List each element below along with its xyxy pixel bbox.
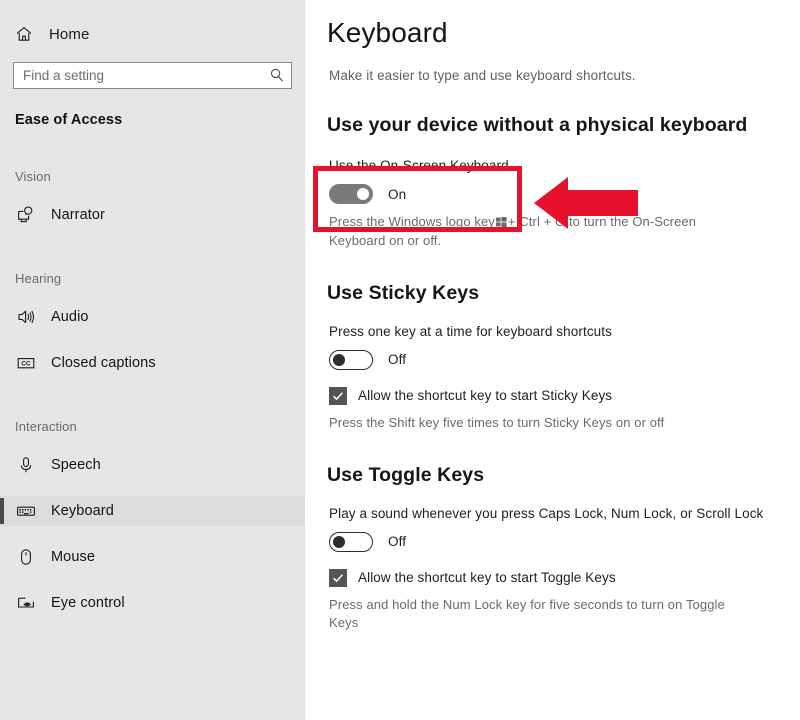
hint-text-before: Press the Windows logo key [329,214,495,229]
onscreen-keyboard-label: Use the On-Screen Keyboard [329,158,509,173]
microphone-icon [15,454,37,476]
settings-window: Home Ease of Access Vision [0,0,800,720]
toggle-knob [333,535,345,548]
section-heading-sticky-keys: Use Sticky Keys [327,281,480,304]
toggle-knob [357,188,369,200]
sidebar-item-label: Audio [51,309,89,325]
check-icon [333,391,343,400]
sidebar-item-label: Eye control [51,595,125,611]
sidebar-item-label: Speech [51,457,101,473]
sidebar-item-mouse[interactable]: Mouse [0,542,305,572]
sidebar-group-header-interaction: Interaction [15,419,77,434]
windows-logo-key-icon [495,214,507,227]
onscreen-keyboard-toggle-row: On [329,184,800,204]
sidebar-item-home[interactable]: Home [0,17,305,51]
mouse-icon [15,546,37,568]
sidebar: Home Ease of Access Vision [0,0,305,720]
sidebar-item-eye-control[interactable]: Eye control [0,588,305,618]
page-title: Keyboard [327,17,448,48]
toggle-keys-label: Play a sound whenever you press Caps Loc… [329,505,764,521]
sticky-keys-toggle-state: Off [388,352,407,368]
sticky-keys-toggle-row: Off [329,349,800,370]
toggle-keys-toggle-state: Off [388,534,407,550]
sticky-keys-checkbox-row: Allow the shortcut key to start Sticky K… [329,386,800,405]
sticky-keys-label: Press one key at a time for keyboard sho… [329,323,612,339]
onscreen-keyboard-toggle-state: On [388,186,407,202]
sidebar-item-label: Closed captions [51,355,156,371]
eye-control-icon [15,592,37,614]
sidebar-item-narrator[interactable]: Narrator [0,200,305,230]
sidebar-item-label: Narrator [51,207,105,223]
check-icon [333,573,343,582]
main-content: Keyboard Make it easier to type and use … [305,0,800,720]
search-input[interactable] [13,62,292,89]
sidebar-item-closed-captions[interactable]: CC Closed captions [0,348,305,378]
sticky-keys-hint: Press the Shift key five times to turn S… [329,414,665,430]
page-subtitle: Make it easier to type and use keyboard … [329,68,636,83]
sidebar-item-audio[interactable]: Audio [0,302,305,332]
sidebar-item-speech[interactable]: Speech [0,450,305,480]
sidebar-home-label: Home [49,25,90,43]
search-container [13,62,292,89]
sidebar-category-title: Ease of Access [15,112,123,128]
toggle-keys-toggle-row: Off [329,531,800,552]
keyboard-icon [15,500,37,522]
section-heading-toggle-keys: Use Toggle Keys [327,463,485,486]
toggle-keys-checkbox-row: Allow the shortcut key to start Toggle K… [329,568,800,587]
sidebar-group-header-hearing: Hearing [15,271,62,286]
sticky-keys-checkbox[interactable] [329,386,347,405]
sticky-keys-toggle[interactable] [329,349,373,370]
onscreen-keyboard-hint: Press the Windows logo key + Ctrl + O to … [329,213,729,251]
onscreen-keyboard-toggle[interactable] [329,184,373,204]
sidebar-item-keyboard[interactable]: Keyboard [0,496,305,526]
narrator-icon [15,204,37,226]
toggle-keys-checkbox-label: Allow the shortcut key to start Toggle K… [358,570,616,586]
sidebar-item-label: Mouse [51,549,96,565]
sidebar-item-label: Keyboard [51,503,114,519]
audio-icon [15,306,37,328]
toggle-knob [333,353,345,366]
sidebar-group-header-vision: Vision [15,169,51,184]
sticky-keys-checkbox-label: Allow the shortcut key to start Sticky K… [358,388,613,404]
toggle-keys-toggle[interactable] [329,531,373,552]
toggle-keys-checkbox[interactable] [329,568,347,587]
closed-captions-icon: CC [15,352,37,374]
home-icon [13,23,35,45]
svg-text:CC: CC [21,361,31,368]
section-heading-onscreen-keyboard: Use your device without a physical keybo… [327,114,748,136]
toggle-keys-hint: Press and hold the Num Lock key for five… [329,596,725,631]
